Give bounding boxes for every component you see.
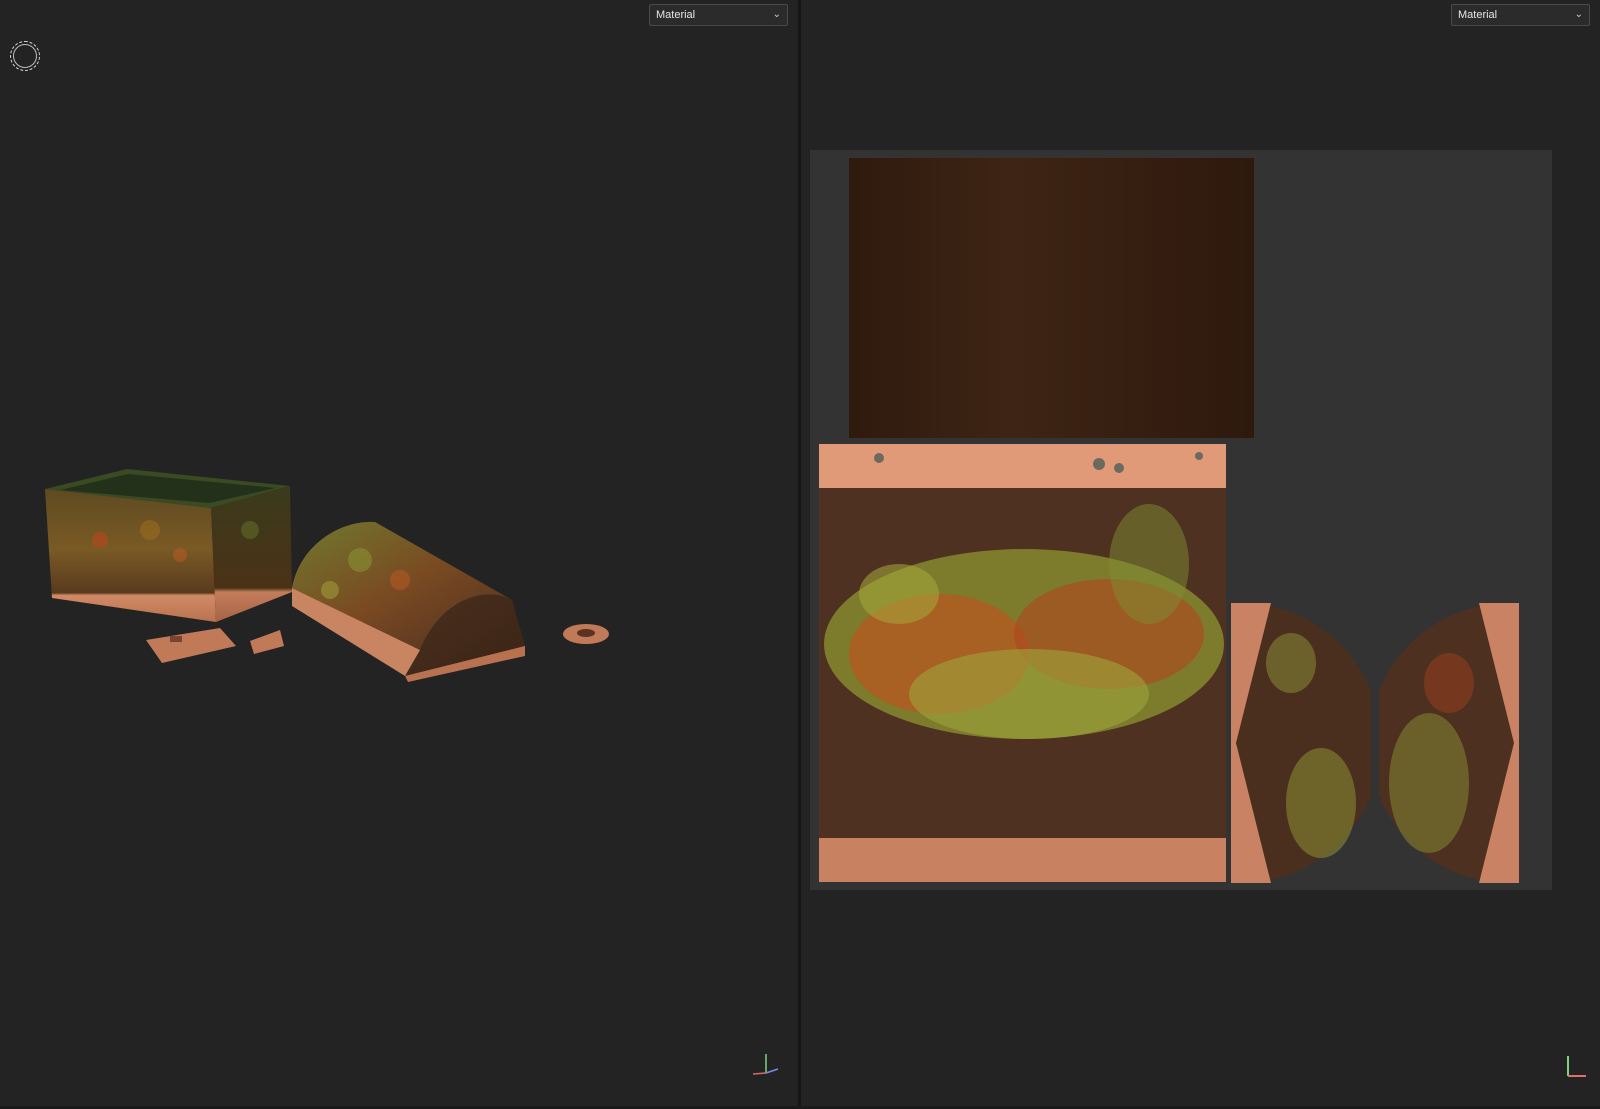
chest-box-front [45, 489, 216, 622]
3d-viewport[interactable]: Material ⌄ [0, 0, 798, 1109]
model-render[interactable] [0, 0, 798, 1109]
chest-box-side [211, 486, 292, 622]
uv-viewport[interactable]: Material ⌄ [801, 0, 1600, 1109]
chevron-down-icon: ⌄ [1574, 9, 1583, 20]
uv-island-foliage-panel[interactable] [819, 444, 1226, 882]
uv-axis-gizmo-icon [1562, 1048, 1598, 1082]
uv-island-end-cap-right[interactable] [1379, 603, 1519, 883]
uv-island-interior-wood[interactable] [849, 158, 1254, 438]
material-mode-dropdown[interactable]: Material ⌄ [1451, 4, 1590, 26]
uv-island-end-cap-left[interactable] [1231, 603, 1371, 883]
axis-gizmo-icon [742, 1048, 782, 1082]
dropdown-selected-label: Material [1458, 9, 1498, 21]
chest-hinge-part [146, 628, 236, 663]
chest-latch-part [250, 630, 284, 654]
